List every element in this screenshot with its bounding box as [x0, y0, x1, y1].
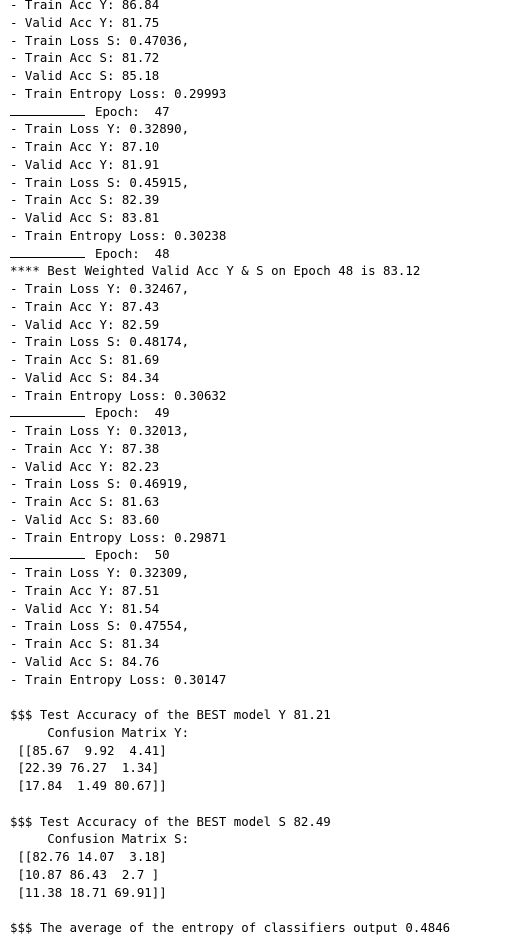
log-line: [[82.76 14.07 3.18]: [10, 849, 167, 864]
epoch-label: Epoch: 49: [95, 405, 170, 421]
log-line: - Train Entropy Loss: 0.30147: [10, 671, 227, 687]
epoch-header: Epoch: 49: [10, 404, 526, 422]
epoch-separator: [10, 548, 85, 560]
epoch-label: Epoch: 50: [95, 547, 170, 563]
log-line: - Train Acc Y: 87.10: [10, 139, 160, 154]
log-line: - Valid Acc Y: 82.23: [10, 458, 160, 474]
log-line: - Valid Acc Y: 81.91: [10, 156, 160, 172]
log-line: - Train Acc Y: 87.38: [10, 440, 160, 456]
log-line: - Train Acc S: 81.72: [10, 50, 160, 66]
log-line: [10.87 86.43 2.7 ]: [10, 866, 160, 882]
log-line: - Train Loss S: 0.47554,: [10, 618, 190, 634]
log-line: $$$ The average of the entropy of classi…: [10, 920, 451, 935]
log-line: **** Best Weighted Valid Acc Y & S on Ep…: [10, 263, 421, 279]
log-line: - Train Loss S: 0.46919,: [10, 476, 190, 492]
console-output: - Train Acc Y: 86.84 - Valid Acc Y: 81.75…: [10, 0, 526, 937]
log-line: - Valid Acc S: 84.76: [10, 653, 160, 669]
log-line: - Valid Acc Y: 82.59: [10, 316, 160, 332]
log-line: [17.84 1.49 80.67]]: [10, 778, 167, 793]
log-line: - Train Acc Y: 87.51: [10, 582, 160, 598]
log-line: [22.39 76.27 1.34]: [10, 760, 160, 776]
log-line: - Valid Acc S: 85.18: [10, 68, 160, 83]
log-line: - Train Entropy Loss: 0.30632: [10, 387, 227, 403]
epoch-label: Epoch: 47: [95, 103, 170, 119]
log-line: - Train Loss Y: 0.32467,: [10, 281, 190, 296]
log-line: - Train Loss Y: 0.32309,: [10, 565, 190, 580]
log-line: - Train Entropy Loss: 0.29871: [10, 529, 227, 545]
log-line: [[85.67 9.92 4.41]: [10, 742, 167, 758]
epoch-separator: [10, 247, 85, 258]
log-line: $$$ Test Accuracy of the BEST model S 82…: [10, 813, 331, 829]
log-line: - Train Entropy Loss: 0.29993: [10, 85, 227, 101]
log-line: - Valid Acc Y: 81.75: [10, 14, 160, 30]
epoch-separator: [10, 406, 85, 418]
log-line: - Train Acc Y: 86.84: [10, 0, 160, 12]
log-line: $$$ Test Accuracy of the BEST model Y 81…: [10, 707, 331, 722]
log-line: - Train Acc S: 81.69: [10, 352, 160, 367]
log-line: - Train Loss S: 0.45915,: [10, 174, 190, 190]
log-line: - Valid Acc S: 84.34: [10, 369, 160, 385]
log-line: [11.38 18.71 69.91]]: [10, 884, 167, 900]
log-line: - Train Acc S: 81.34: [10, 636, 160, 651]
log-line: - Train Acc S: 81.63: [10, 494, 160, 509]
epoch-separator: [10, 105, 85, 116]
log-line: - Train Acc Y: 87.43: [10, 298, 160, 314]
log-line: - Valid Acc S: 83.81: [10, 210, 160, 225]
log-line: - Train Loss Y: 0.32890,: [10, 121, 190, 137]
epoch-header: Epoch: 47: [10, 103, 526, 121]
log-line: Confusion Matrix Y:: [10, 724, 190, 740]
log-line: - Train Acc S: 82.39: [10, 192, 160, 208]
epoch-label: Epoch: 48: [95, 245, 170, 261]
log-line: - Valid Acc S: 83.60: [10, 511, 160, 527]
log-line: Confusion Matrix S:: [10, 831, 190, 847]
epoch-header: Epoch: 50: [10, 546, 526, 564]
log-line: - Train Entropy Loss: 0.30238: [10, 227, 227, 243]
epoch-header: Epoch: 48: [10, 245, 526, 263]
log-line: - Train Loss S: 0.47036,: [10, 32, 190, 48]
log-line: - Valid Acc Y: 81.54: [10, 600, 160, 616]
log-line: - Train Loss S: 0.48174,: [10, 334, 190, 350]
log-line: - Train Loss Y: 0.32013,: [10, 423, 190, 438]
